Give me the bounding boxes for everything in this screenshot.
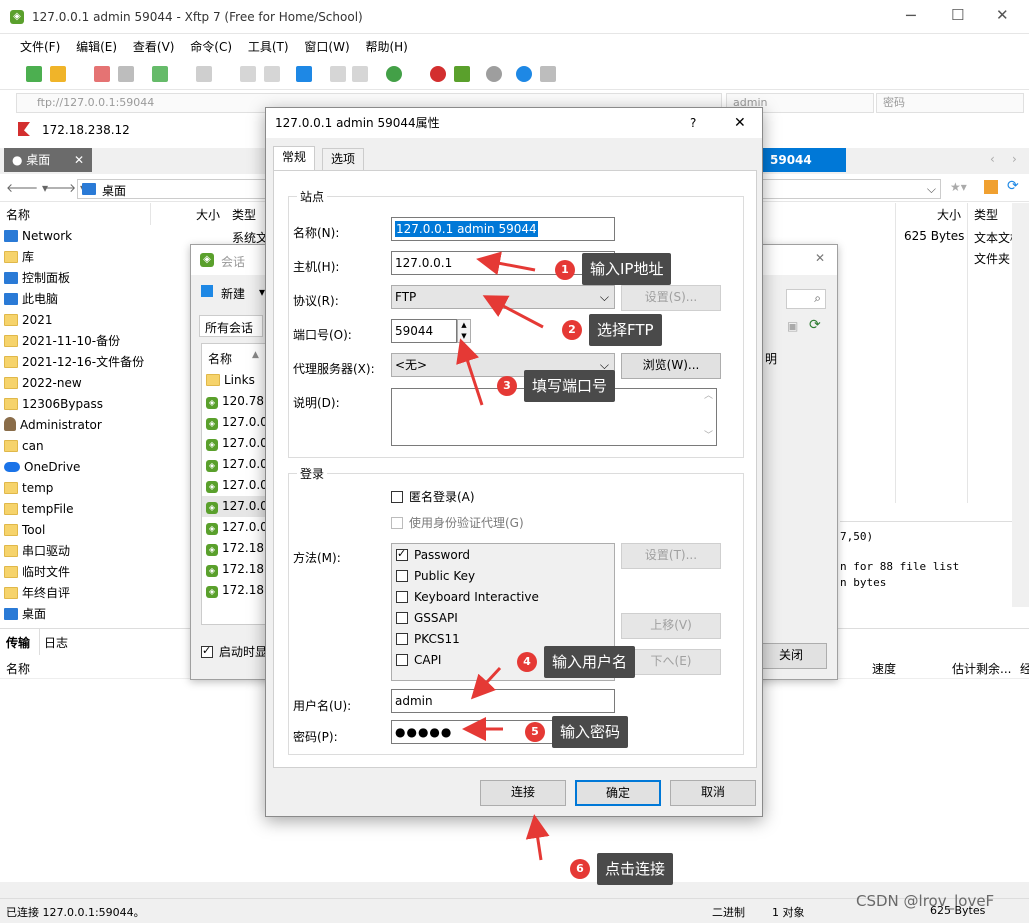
annotation-note-6: 点击连接 — [597, 853, 674, 885]
arrow-4 — [470, 666, 502, 700]
annotation-badge-4: 4 — [517, 652, 537, 672]
annotation-note-1: 输入IP地址 — [582, 253, 672, 285]
annotation-note-3: 填写端口号 — [524, 370, 616, 402]
annotation-badge-6: 6 — [570, 859, 590, 879]
annotation-note-4: 输入用户名 — [544, 646, 636, 678]
annotation-note-5: 输入密码 — [552, 716, 629, 748]
annotation-note-2: 选择FTP — [589, 314, 662, 346]
annotation-badge-5: 5 — [525, 722, 545, 742]
arrow-1 — [476, 251, 536, 276]
arrow-6 — [525, 814, 550, 861]
annotation-badge-3: 3 — [497, 376, 517, 396]
annotation-badge-1: 1 — [555, 260, 575, 280]
arrow-2 — [482, 295, 544, 329]
annotation-badge-2: 2 — [562, 320, 582, 340]
arrow-3 — [456, 338, 484, 406]
annotation-arrows — [456, 251, 550, 861]
